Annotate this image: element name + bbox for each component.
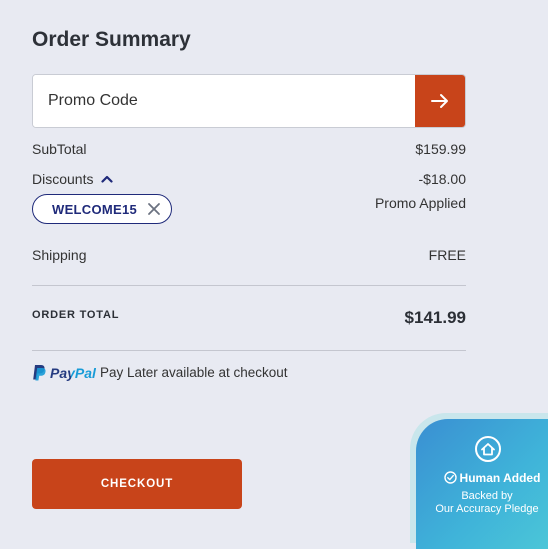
paypal-logo-icon — [33, 365, 46, 381]
badge-title: Human Added — [428, 471, 548, 485]
shipping-row: Shipping FREE — [32, 247, 466, 265]
checkout-button[interactable]: CHECKOUT — [32, 459, 242, 509]
discounts-label: Discounts — [32, 171, 94, 187]
arrow-right-icon — [431, 94, 448, 108]
badge-subtitle-line2: Our Accuracy Pledge — [435, 503, 539, 515]
subtotal-label: SubTotal — [32, 141, 87, 157]
order-total-value: $141.99 — [404, 308, 466, 327]
promo-applied-text: Promo Applied — [374, 195, 466, 211]
apply-promo-button[interactable] — [415, 75, 465, 127]
discounts-row: Discounts -$18.00 — [32, 171, 466, 189]
human-added-badge[interactable]: Human Added Backed by Our Accuracy Pledg… — [410, 413, 548, 549]
page-title: Order Summary — [32, 28, 191, 51]
shipping-label: Shipping — [32, 247, 87, 263]
chevron-up-icon — [101, 175, 114, 183]
divider — [32, 350, 466, 351]
paypal-brand-text: PayPal — [50, 365, 96, 381]
discounts-toggle[interactable]: Discounts — [32, 171, 114, 187]
badge-title-text: Human Added — [459, 471, 541, 485]
promo-code-group — [32, 74, 466, 128]
promo-code-input[interactable] — [33, 75, 417, 127]
subtotal-row: SubTotal $159.99 — [32, 141, 466, 159]
remove-promo-close-icon[interactable] — [147, 202, 161, 216]
badge-background: Human Added Backed by Our Accuracy Pledg… — [416, 419, 548, 549]
paypal-pay-later-note: PayPal Pay Later available at checkout — [32, 364, 288, 381]
paypal-wordmark: PayPal — [50, 364, 96, 381]
promo-chip-label: WELCOME15 — [52, 201, 138, 217]
home-icon — [475, 436, 501, 462]
check-circle-icon — [443, 471, 457, 484]
paypal-note-text: Pay Later available at checkout — [99, 365, 288, 380]
applied-promo-chip: WELCOME15 — [32, 194, 172, 224]
divider — [32, 285, 466, 286]
discount-value: -$18.00 — [418, 171, 466, 187]
shipping-value: FREE — [428, 247, 466, 263]
subtotal-value: $159.99 — [415, 141, 466, 157]
badge-subtitle-line1: Backed by — [461, 490, 513, 502]
order-total-label: ORDER TOTAL — [32, 309, 120, 321]
badge-subtitle: Backed by Our Accuracy Pledge — [420, 490, 548, 516]
